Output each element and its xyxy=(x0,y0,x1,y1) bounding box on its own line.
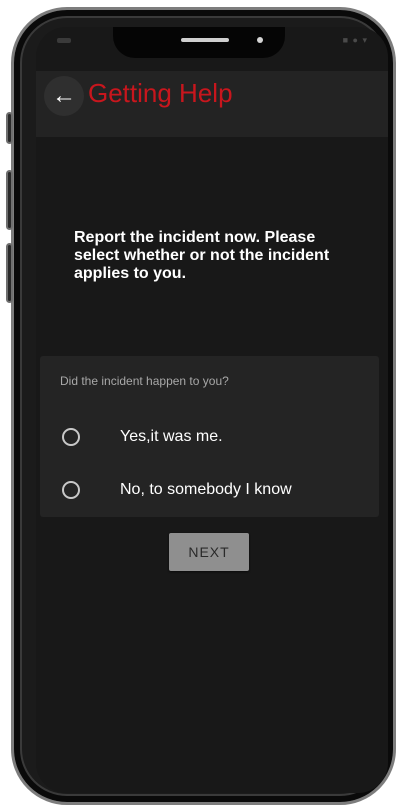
next-button[interactable]: NEXT xyxy=(169,533,249,571)
question-label: Did the incident happen to you? xyxy=(60,374,229,388)
camera-icon xyxy=(257,37,263,43)
page-title: Getting Help xyxy=(88,78,233,108)
status-icons: ■ ● ▾ xyxy=(342,35,368,45)
phone-side-button xyxy=(6,243,13,303)
status-indicator xyxy=(57,38,71,43)
instruction-text: Report the incident now. Please select w… xyxy=(74,229,330,282)
radio-button-no[interactable] xyxy=(62,481,80,499)
option-no[interactable]: No, to somebody I know xyxy=(40,473,379,509)
option-yes-label: Yes,it was me. xyxy=(120,428,223,445)
question-card: Did the incident happen to you? Yes,it w… xyxy=(40,356,379,517)
app-bar: ← Getting Help xyxy=(36,71,388,137)
option-no-label: No, to somebody I know xyxy=(120,481,292,498)
arrow-left-icon: ← xyxy=(52,82,76,109)
option-yes[interactable]: Yes,it was me. xyxy=(40,420,379,456)
back-button[interactable]: ← xyxy=(44,76,84,116)
phone-side-button xyxy=(6,170,13,230)
app-screen: ■ ● ▾ ← Getting Help Report the incident… xyxy=(36,27,388,793)
speaker-grille xyxy=(181,38,229,42)
phone-side-button xyxy=(6,112,13,144)
phone-notch xyxy=(113,27,285,58)
radio-button-yes[interactable] xyxy=(62,428,80,446)
